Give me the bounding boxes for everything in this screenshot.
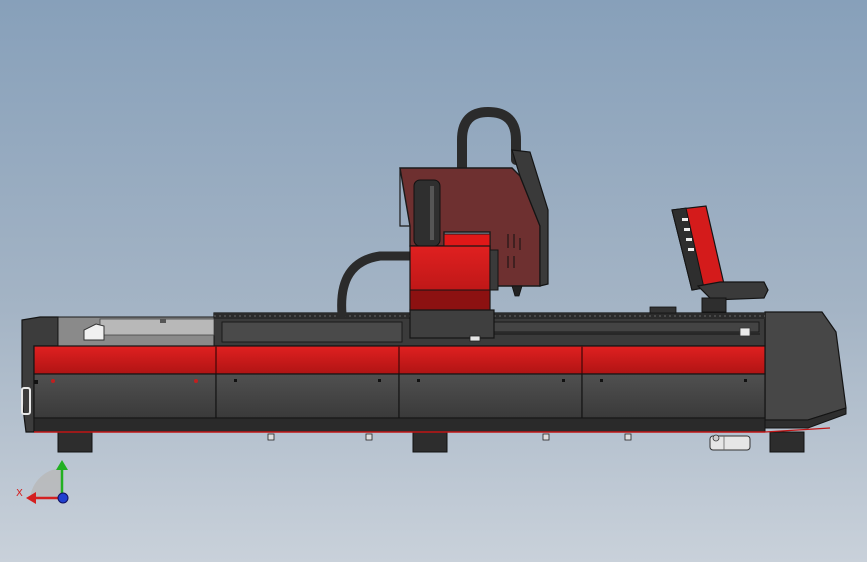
right-end-cap [764,311,847,421]
panel-bolt [378,379,381,382]
coordinate-triad-icon: X [16,460,69,504]
small-bracket [267,433,275,441]
panel-bolt [417,379,420,382]
small-bracket [542,433,550,441]
panel-bolt [744,379,747,382]
motor-unit [709,434,751,451]
panel-bolt [51,379,55,383]
foot-right [769,431,805,453]
small-bracket [624,433,632,441]
control-console [671,205,769,313]
laser-cutting-machine [21,106,847,453]
panel-bolt [194,379,198,383]
cabinet-panel [215,373,400,419]
machine-feet [57,431,805,453]
console-stand [701,297,727,313]
cable-chain-top [457,106,521,175]
panel-bolt [562,379,565,382]
cabinet-panel [398,373,583,419]
foot-left [57,431,93,453]
gantry-base [409,309,495,339]
cable-hose [337,251,417,319]
small-bracket [365,433,373,441]
x-axis-label: X [16,488,23,499]
z-axis-dot [57,492,69,504]
gantry-carriage [337,106,549,342]
console-desk [696,281,769,301]
panel-bolt [234,379,237,382]
cabinet-panel [581,373,766,419]
laser-nozzle [511,285,523,297]
cabinet-panels [33,373,831,433]
cad-viewport[interactable]: X [0,0,867,562]
foot-center [412,431,448,453]
cabinet-panel [33,373,217,419]
head-drum [413,179,441,247]
panel-bolt [600,379,603,382]
